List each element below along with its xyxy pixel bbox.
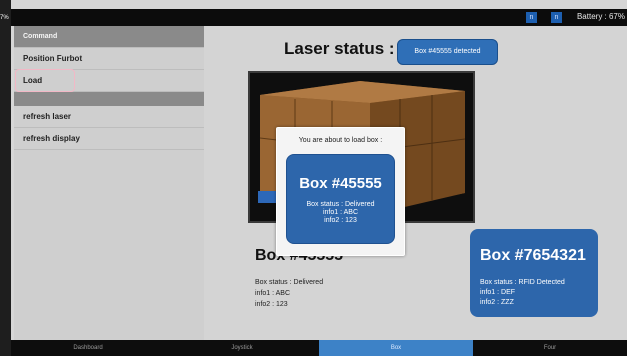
edge-percent-label: 7%	[0, 15, 9, 21]
sidebar-divider	[14, 92, 204, 106]
laser-status-title: Laser status :	[284, 39, 395, 58]
status-bar: n n Battery : 67%	[11, 9, 627, 26]
tab-joystick[interactable]: Joystick	[165, 340, 319, 356]
sidebar-item-load[interactable]: Load	[14, 69, 204, 92]
bottom-tab-bar: Dashboard Joystick Box Four	[11, 340, 627, 356]
current-box-status: Box status : Delivered	[255, 279, 324, 286]
dialog-box-info1: info1 : ABC	[322, 209, 359, 216]
dialog-box-card[interactable]: Box #45555 Box status : Delivered info1 …	[286, 154, 395, 244]
box-card-info1: info1 : DEF	[480, 289, 516, 296]
laser-status-badge[interactable]: Box #45555 detected	[397, 39, 498, 65]
sidebar: Command Position Furbot Load refresh las…	[14, 26, 204, 340]
status-icon-2[interactable]: n	[551, 12, 562, 23]
load-confirm-dialog: You are about to load box : Box #45555 B…	[276, 127, 405, 256]
dialog-box-title: Box #45555	[299, 175, 382, 192]
box-card-7654321[interactable]: Box #7654321 Box status : RFID Detected …	[470, 229, 598, 317]
sidebar-item-refresh-display[interactable]: refresh display	[14, 128, 204, 150]
sidebar-item-position-furbot[interactable]: Position Furbot	[14, 48, 204, 70]
sidebar-item-refresh-laser[interactable]: refresh laser	[14, 106, 204, 128]
dialog-box-status: Box status : Delivered	[306, 201, 375, 208]
battery-label: Battery : 67%	[576, 12, 625, 21]
box-card-status: Box status : RFID Detected	[480, 279, 565, 286]
main-panel: Laser status : Box #45555 detected Box #…	[204, 26, 627, 340]
status-icon-1[interactable]: n	[526, 12, 537, 23]
dialog-message: You are about to load box :	[298, 137, 383, 144]
tab-box[interactable]: Box	[319, 340, 473, 356]
tab-four[interactable]: Four	[473, 340, 627, 356]
box-card-title: Box #7654321	[480, 247, 586, 264]
dialog-box-info2: info2 : 123	[324, 217, 357, 224]
sidebar-header: Command	[14, 26, 204, 48]
load-focus-ring	[15, 69, 75, 92]
left-edge-strip: 7%	[0, 0, 11, 356]
current-box-info1: info1 : ABC	[255, 290, 291, 297]
current-box-info2: info2 : 123	[255, 301, 288, 308]
box-card-info2: info2 : ZZZ	[480, 299, 514, 306]
tab-dashboard[interactable]: Dashboard	[11, 340, 165, 356]
